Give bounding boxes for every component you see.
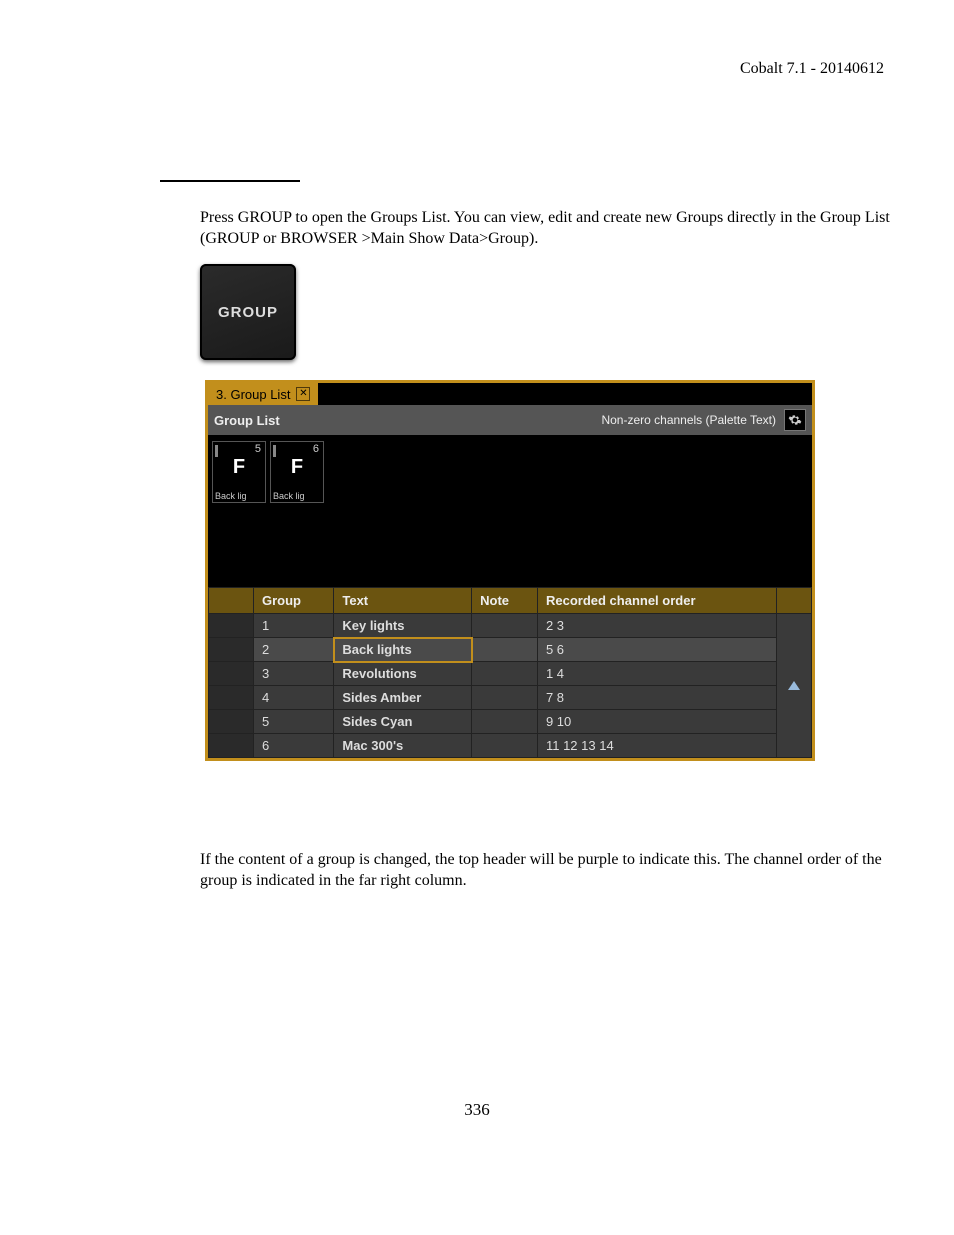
cell-group[interactable]: 6 [254,734,334,758]
cell-group[interactable]: 5 [254,710,334,734]
group-key-label: GROUP [218,304,278,321]
cell-text[interactable]: Sides Amber [334,686,472,710]
table-row[interactable]: 2Back lights 5 6 [209,638,812,662]
col-blank [209,588,254,614]
cell-order[interactable]: 7 8 [537,686,776,710]
cell-text[interactable]: Back lights [334,638,472,662]
row-handle [209,686,254,710]
cell-group[interactable]: 1 [254,614,334,638]
tab-bar: 3. Group List ✕ [208,383,812,405]
cell-text[interactable]: Revolutions [334,662,472,686]
channel-indicator-icon [273,445,276,457]
col-order[interactable]: Recorded channel order [537,588,776,614]
cell-note[interactable] [472,710,538,734]
gear-icon[interactable] [784,409,806,431]
cell-text[interactable]: Key lights [334,614,472,638]
row-handle [209,710,254,734]
col-scroll [777,588,812,614]
channel-area: 5 F Back lig 6 F Back lig [208,435,812,587]
cell-group[interactable]: 2 [254,638,334,662]
tab-label: 3. Group List [216,387,290,402]
col-text[interactable]: Text [334,588,472,614]
group-list-window: 3. Group List ✕ Group List Non-zero chan… [205,380,815,761]
cell-text[interactable]: Mac 300's [334,734,472,758]
page-header: Cobalt 7.1 - 20140612 [740,60,884,78]
col-note[interactable]: Note [472,588,538,614]
cell-note[interactable] [472,734,538,758]
cell-note[interactable] [472,662,538,686]
table-row[interactable]: 4Sides Amber 7 8 [209,686,812,710]
cell-order[interactable]: 1 4 [537,662,776,686]
channel-tile[interactable]: 5 F Back lig [212,441,266,503]
channel-number: 5 [251,442,265,456]
window-title: Group List [214,413,280,428]
channel-label: Back lig [215,491,263,501]
channel-value: F [233,456,245,479]
cell-note[interactable] [472,686,538,710]
close-icon[interactable]: ✕ [296,387,310,401]
section-divider [160,180,300,182]
table-row[interactable]: 3Revolutions 1 4 [209,662,812,686]
cell-order[interactable]: 11 12 13 14 [537,734,776,758]
table-row[interactable]: 6Mac 300's 11 12 13 14 [209,734,812,758]
channel-value: F [291,456,303,479]
cell-order[interactable]: 2 3 [537,614,776,638]
cell-order[interactable]: 5 6 [537,638,776,662]
row-handle [209,734,254,758]
page-number: 336 [0,1100,954,1120]
scroll-up-icon[interactable] [777,614,812,758]
tab-group-list[interactable]: 3. Group List ✕ [208,383,318,405]
group-table: Group Text Note Recorded channel order 1… [208,587,812,758]
row-handle [209,638,254,662]
channel-indicator-icon [215,445,218,457]
group-key-button[interactable]: GROUP [200,264,296,360]
cell-group[interactable]: 3 [254,662,334,686]
row-handle [209,662,254,686]
table-row[interactable]: 1Key lights 2 3 [209,614,812,638]
channel-mode-label: Non-zero channels (Palette Text) [601,413,776,427]
col-group[interactable]: Group [254,588,334,614]
paragraph-intro: Press GROUP to open the Groups List. You… [200,208,900,250]
table-row[interactable]: 5Sides Cyan 9 10 [209,710,812,734]
cell-group[interactable]: 4 [254,686,334,710]
paragraph-note: If the content of a group is changed, th… [200,850,900,892]
cell-order[interactable]: 9 10 [537,710,776,734]
cell-text[interactable]: Sides Cyan [334,710,472,734]
channel-label: Back lig [273,491,321,501]
channel-tile[interactable]: 6 F Back lig [270,441,324,503]
cell-note[interactable] [472,638,538,662]
cell-note[interactable] [472,614,538,638]
channel-number: 6 [309,442,323,456]
row-handle [209,614,254,638]
title-bar: Group List Non-zero channels (Palette Te… [208,405,812,435]
